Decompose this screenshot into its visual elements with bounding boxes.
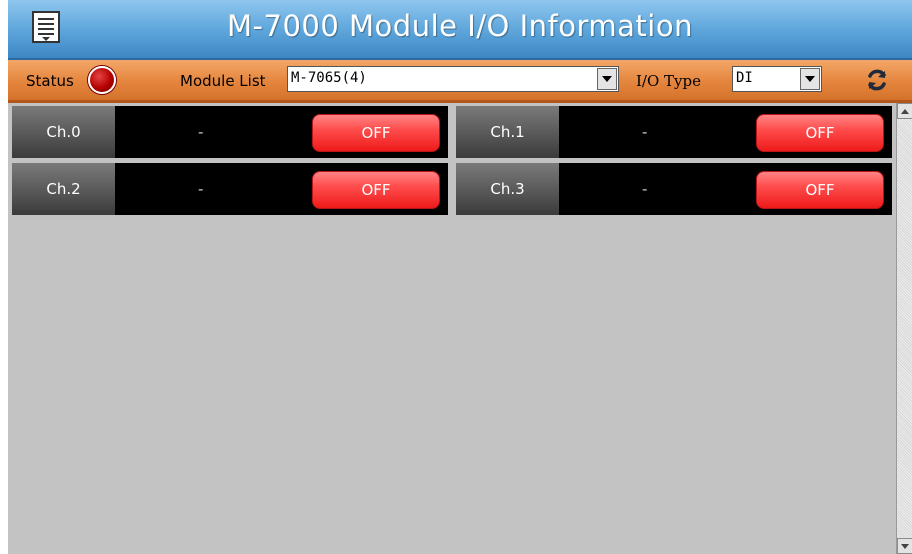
chevron-down-icon[interactable]: [597, 68, 617, 90]
module-list-value: M-7065(4): [291, 70, 367, 86]
channel-label: Ch.1: [456, 106, 559, 158]
channel-row: Ch.2 - OFF: [12, 163, 448, 215]
status-indicator-icon: [88, 66, 116, 94]
channel-row: Ch.3 - OFF: [456, 163, 892, 215]
channel-label: Ch.0: [12, 106, 115, 158]
channel-row: Ch.1 - OFF: [456, 106, 892, 158]
channel-toggle-button[interactable]: OFF: [312, 171, 440, 209]
title-bar: M-7000 Module I/O Information: [8, 0, 912, 60]
status-label: Status: [26, 72, 74, 90]
chevron-down-icon[interactable]: [800, 68, 820, 90]
channel-label: Ch.2: [12, 163, 115, 215]
channel-value: -: [642, 123, 648, 141]
module-list-label: Module List: [180, 72, 266, 90]
channel-toggle-button[interactable]: OFF: [756, 114, 884, 152]
channel-toggle-button[interactable]: OFF: [312, 114, 440, 152]
channel-label: Ch.3: [456, 163, 559, 215]
scroll-up-icon[interactable]: [897, 103, 912, 119]
toolbar: Status Module List M-7065(4) I/O Type DI: [8, 60, 912, 103]
vertical-scrollbar[interactable]: [896, 103, 912, 554]
channel-toggle-button[interactable]: OFF: [756, 171, 884, 209]
channel-row: Ch.0 - OFF: [12, 106, 448, 158]
channel-value: -: [198, 123, 204, 141]
page-title: M-7000 Module I/O Information: [227, 9, 693, 43]
io-type-select[interactable]: DI: [732, 66, 822, 92]
scroll-down-icon[interactable]: [897, 538, 912, 554]
module-list-select[interactable]: M-7065(4): [287, 66, 619, 92]
app-window: M-7000 Module I/O Information Status Mod…: [8, 0, 912, 554]
channel-value: -: [198, 180, 204, 198]
io-type-label: I/O Type: [636, 72, 702, 90]
io-type-value: DI: [736, 70, 753, 86]
channel-value: -: [642, 180, 648, 198]
refresh-icon[interactable]: [864, 67, 890, 93]
